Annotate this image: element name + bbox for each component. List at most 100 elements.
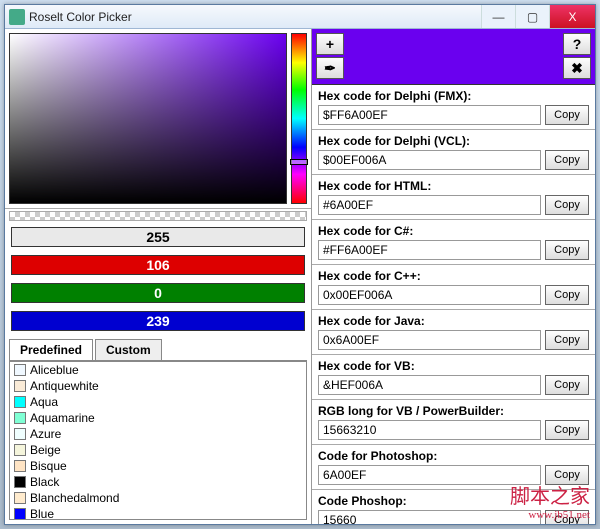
list-item[interactable]: Azure bbox=[10, 426, 306, 442]
code-block: Hex code for VB:&HEF006ACopy bbox=[312, 355, 595, 400]
code-value-field[interactable]: 15663210 bbox=[318, 420, 541, 440]
copy-button[interactable]: Copy bbox=[545, 285, 589, 305]
color-swatch bbox=[14, 396, 26, 408]
code-label: Hex code for C++: bbox=[318, 267, 589, 285]
code-block: RGB long for VB / PowerBuilder:15663210C… bbox=[312, 400, 595, 445]
color-name: Blue bbox=[30, 507, 54, 520]
list-item[interactable]: Blanchedalmond bbox=[10, 490, 306, 506]
color-name: Bisque bbox=[30, 459, 67, 473]
eyedropper-button[interactable]: ✒ bbox=[316, 57, 344, 79]
color-swatch bbox=[14, 508, 26, 520]
left-panel: 255 106 0 239 Predefined Custom Aliceblu… bbox=[5, 29, 312, 524]
color-swatch bbox=[14, 476, 26, 488]
code-block: Hex code for C++:0x00EF006ACopy bbox=[312, 265, 595, 310]
copy-button[interactable]: Copy bbox=[545, 105, 589, 125]
code-block: Hex code for C#:#FF6A00EFCopy bbox=[312, 220, 595, 265]
copy-button[interactable]: Copy bbox=[545, 375, 589, 395]
copy-button[interactable]: Copy bbox=[545, 240, 589, 260]
list-item[interactable]: Bisque bbox=[10, 458, 306, 474]
code-value-field[interactable]: $FF6A00EF bbox=[318, 105, 541, 125]
close-button[interactable]: X bbox=[549, 5, 595, 28]
copy-button[interactable]: Copy bbox=[545, 195, 589, 215]
list-item[interactable]: Beige bbox=[10, 442, 306, 458]
settings-icon: ✖ bbox=[571, 60, 583, 77]
color-name: Beige bbox=[30, 443, 61, 457]
color-swatch bbox=[14, 380, 26, 392]
code-block: Hex code for Delphi (VCL):$00EF006ACopy bbox=[312, 130, 595, 175]
code-label: Hex code for VB: bbox=[318, 357, 589, 375]
green-slider[interactable]: 0 bbox=[11, 283, 305, 303]
color-name: Aquamarine bbox=[30, 411, 95, 425]
plus-icon: + bbox=[326, 36, 334, 52]
alpha-value: 255 bbox=[146, 229, 169, 245]
codes-panel: Hex code for Delphi (FMX):$FF6A00EFCopyH… bbox=[312, 85, 595, 524]
titlebar[interactable]: Roselt Color Picker — ▢ X bbox=[5, 5, 595, 29]
code-label: Hex code for Delphi (VCL): bbox=[318, 132, 589, 150]
code-value-field[interactable]: #FF6A00EF bbox=[318, 240, 541, 260]
list-item[interactable]: Aquamarine bbox=[10, 410, 306, 426]
color-swatch bbox=[14, 460, 26, 472]
code-value-field[interactable]: 6A00EF bbox=[318, 465, 541, 485]
code-value-field[interactable]: 0x00EF006A bbox=[318, 285, 541, 305]
red-value: 106 bbox=[146, 257, 169, 273]
code-block: Code Phoshop:15660 Copy bbox=[312, 490, 595, 524]
code-value-field[interactable]: 15660 bbox=[318, 510, 541, 524]
saturation-value-panel[interactable] bbox=[9, 33, 287, 204]
code-label: Code Phoshop: bbox=[318, 492, 589, 510]
predefined-color-list[interactable]: AliceblueAntiquewhiteAquaAquamarine Azure… bbox=[9, 361, 307, 520]
tab-custom[interactable]: Custom bbox=[95, 339, 162, 360]
alpha-slider[interactable]: 255 bbox=[11, 227, 305, 247]
list-item[interactable]: Aliceblue bbox=[10, 362, 306, 378]
app-window: Roselt Color Picker — ▢ X 255 106 0 bbox=[4, 4, 596, 525]
eyedropper-icon: ✒ bbox=[324, 60, 336, 77]
code-block: Hex code for Delphi (FMX):$FF6A00EFCopy bbox=[312, 85, 595, 130]
copy-button[interactable]: Copy bbox=[545, 510, 589, 524]
color-swatch bbox=[14, 364, 26, 376]
code-label: Hex code for Delphi (FMX): bbox=[318, 87, 589, 105]
hue-slider[interactable] bbox=[291, 33, 307, 204]
copy-button[interactable]: Copy bbox=[545, 465, 589, 485]
code-block: Hex code for Java:0x6A00EFCopy bbox=[312, 310, 595, 355]
copy-button[interactable]: Copy bbox=[545, 420, 589, 440]
help-button[interactable]: ? bbox=[563, 33, 591, 55]
color-swatch bbox=[14, 492, 26, 504]
preview-toolbar: + ✒ ? ✖ bbox=[312, 29, 595, 85]
green-value: 0 bbox=[154, 285, 162, 301]
blue-slider[interactable]: 239 bbox=[11, 311, 305, 331]
code-value-field[interactable]: &HEF006A bbox=[318, 375, 541, 395]
code-label: Code for Photoshop: bbox=[318, 447, 589, 465]
color-name: Black bbox=[30, 475, 59, 489]
code-value-field[interactable]: $00EF006A bbox=[318, 150, 541, 170]
right-panel: + ✒ ? ✖ Hex code for Delphi (FMX):$FF6A0… bbox=[312, 29, 595, 524]
help-icon: ? bbox=[573, 36, 582, 52]
color-name: Azure bbox=[30, 427, 61, 441]
code-label: Hex code for HTML: bbox=[318, 177, 589, 195]
color-name: Aliceblue bbox=[30, 363, 79, 377]
blue-value: 239 bbox=[146, 313, 169, 329]
copy-button[interactable]: Copy bbox=[545, 150, 589, 170]
color-swatch bbox=[14, 444, 26, 456]
add-color-button[interactable]: + bbox=[316, 33, 344, 55]
code-label: Hex code for C#: bbox=[318, 222, 589, 240]
tab-predefined[interactable]: Predefined bbox=[9, 339, 93, 360]
list-item[interactable]: Antiquewhite bbox=[10, 378, 306, 394]
app-icon bbox=[9, 9, 25, 25]
list-item[interactable]: Black bbox=[10, 474, 306, 490]
color-swatch bbox=[14, 412, 26, 424]
copy-button[interactable]: Copy bbox=[545, 330, 589, 350]
list-item[interactable]: Aqua bbox=[10, 394, 306, 410]
code-block: Hex code for HTML:#6A00EFCopy bbox=[312, 175, 595, 220]
alpha-strip[interactable] bbox=[9, 211, 307, 221]
minimize-button[interactable]: — bbox=[481, 5, 515, 28]
window-title: Roselt Color Picker bbox=[29, 10, 481, 24]
color-swatch bbox=[14, 428, 26, 440]
hue-slider-handle[interactable] bbox=[290, 159, 308, 165]
code-value-field[interactable]: 0x6A00EF bbox=[318, 330, 541, 350]
settings-button[interactable]: ✖ bbox=[563, 57, 591, 79]
red-slider[interactable]: 106 bbox=[11, 255, 305, 275]
maximize-button[interactable]: ▢ bbox=[515, 5, 549, 28]
color-name: Blanchedalmond bbox=[30, 491, 119, 505]
code-block: Code for Photoshop:6A00EFCopy bbox=[312, 445, 595, 490]
list-item[interactable]: Blue bbox=[10, 506, 306, 520]
code-value-field[interactable]: #6A00EF bbox=[318, 195, 541, 215]
